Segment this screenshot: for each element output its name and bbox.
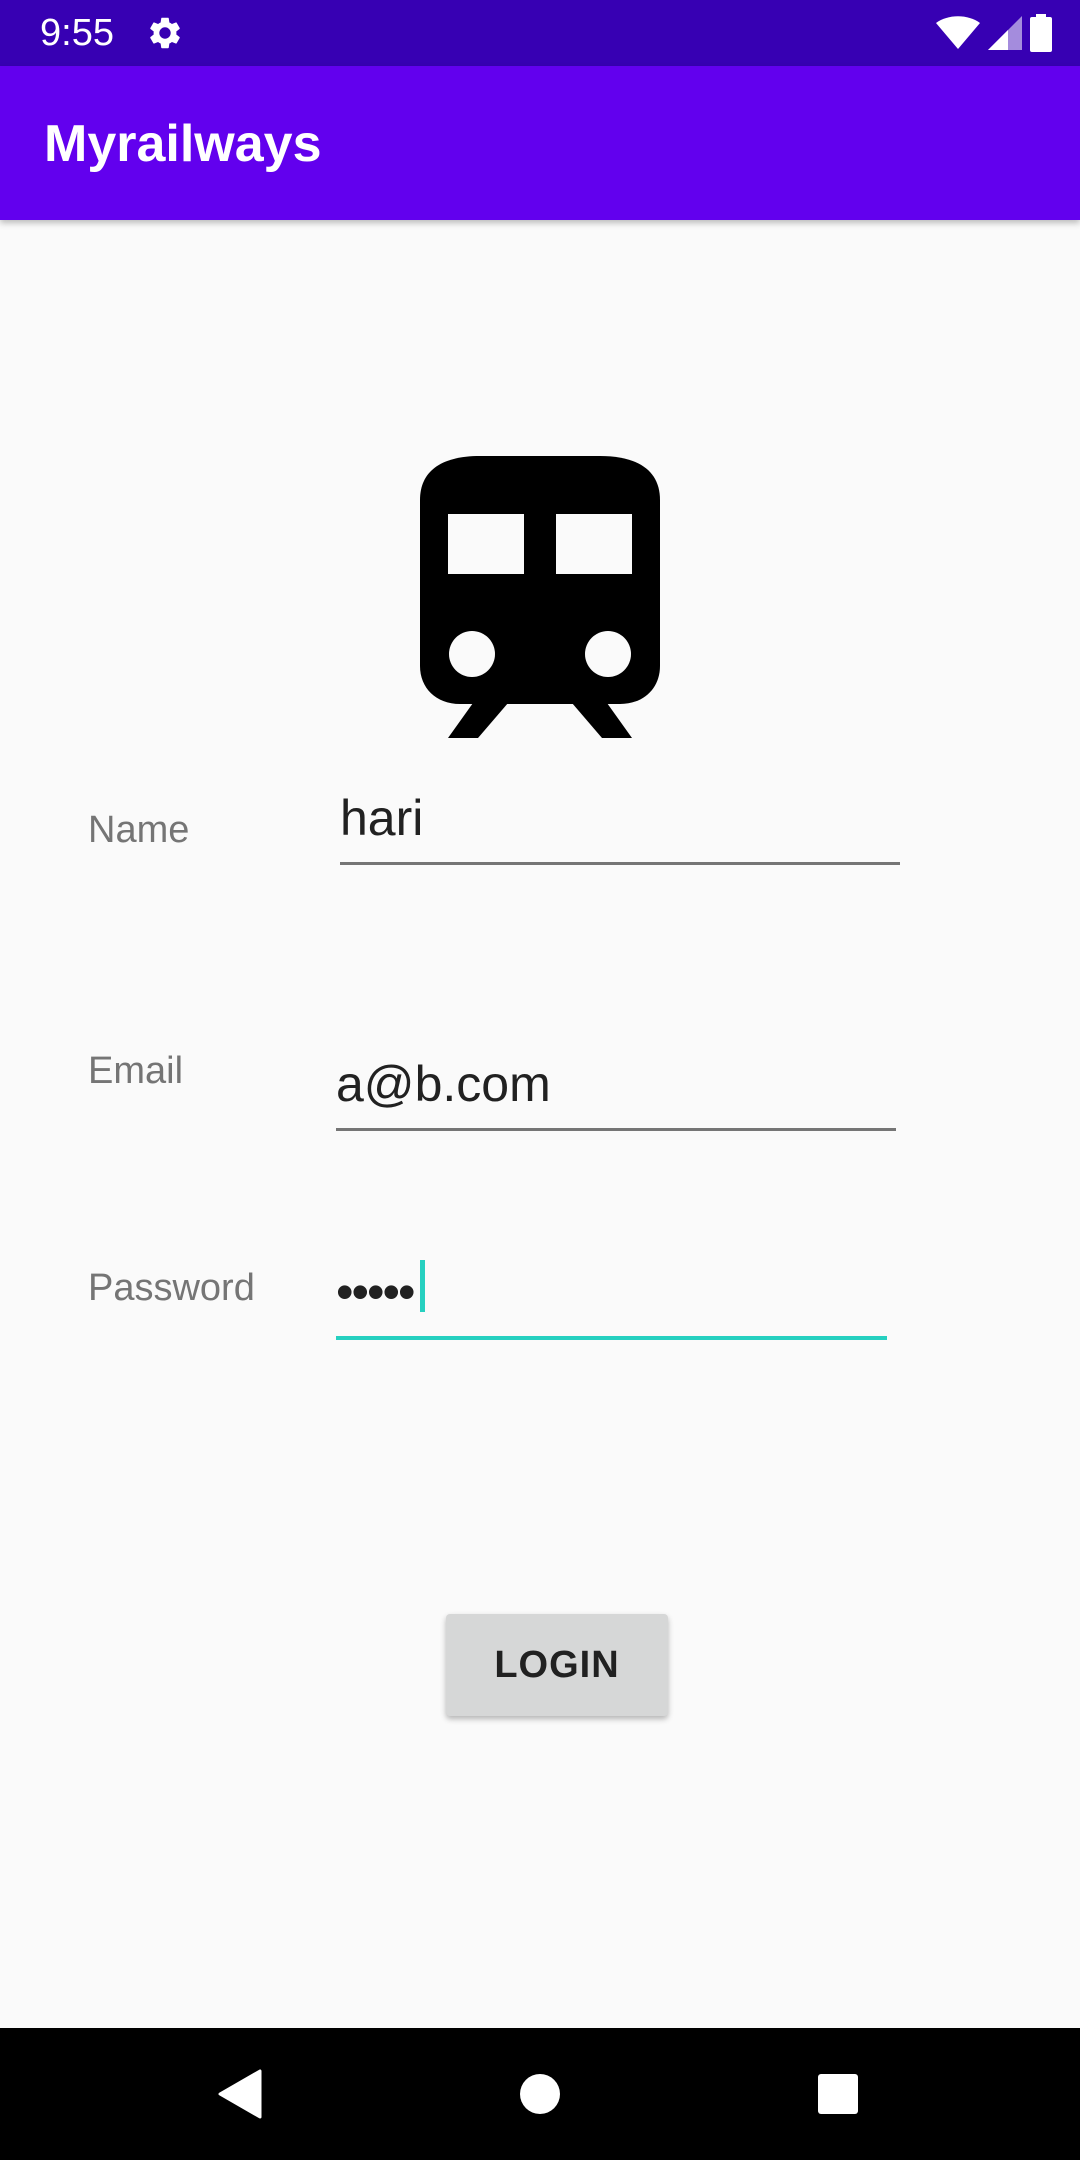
login-button[interactable]: LOGIN — [446, 1614, 668, 1716]
app-title: Myrailways — [44, 115, 322, 173]
home-button[interactable] — [510, 2064, 570, 2124]
password-field[interactable]: ••••• — [336, 1256, 887, 1340]
name-value: hari — [340, 790, 424, 846]
name-field[interactable]: hari — [340, 782, 900, 865]
train-icon — [420, 456, 660, 738]
status-icons — [936, 14, 1052, 52]
password-label: Password — [88, 1267, 255, 1309]
email-label: Email — [88, 1050, 184, 1092]
password-value: ••••• — [336, 1264, 416, 1320]
back-icon — [218, 2069, 262, 2119]
battery-icon — [1030, 14, 1052, 52]
email-value: a@b.com — [336, 1056, 551, 1112]
status-time: 9:55 — [40, 12, 114, 54]
home-icon — [520, 2074, 560, 2114]
cellular-signal-icon — [988, 16, 1022, 50]
wifi-icon — [936, 16, 980, 49]
back-button[interactable] — [210, 2064, 270, 2124]
email-field[interactable]: a@b.com — [336, 1048, 896, 1131]
recents-icon — [818, 2074, 858, 2114]
text-cursor — [420, 1260, 425, 1312]
recents-button[interactable] — [808, 2064, 868, 2124]
app-bar: Myrailways — [0, 66, 1080, 220]
gear-icon — [150, 17, 180, 49]
navigation-bar — [0, 2028, 1080, 2160]
name-label: Name — [88, 809, 190, 851]
status-bar: 9:55 — [0, 0, 1080, 66]
